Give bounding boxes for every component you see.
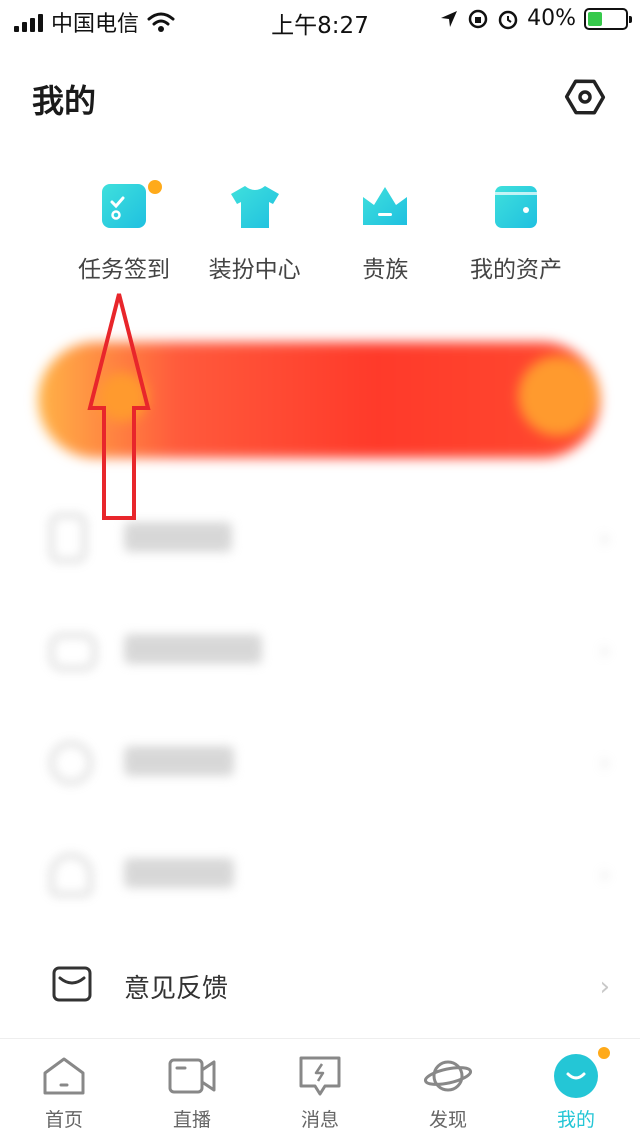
menu-list: › › › › 意见反馈 › (0, 482, 640, 1042)
video-camera-icon (167, 1051, 217, 1101)
tab-label: 我的 (556, 1109, 595, 1131)
location-arrow-icon (441, 10, 458, 27)
tab-home[interactable]: 首页 (0, 1039, 128, 1136)
menu-item-blurred[interactable]: › (0, 818, 640, 930)
profile-face-icon (551, 1051, 601, 1101)
alarm-icon (498, 10, 518, 29)
tab-label: 发现 (428, 1109, 467, 1131)
quick-action-dressup[interactable]: 装扮中心 (191, 180, 319, 300)
task-checkin-icon (98, 180, 150, 232)
message-icon (295, 1051, 345, 1101)
quick-action-assets[interactable]: 我的资产 (452, 180, 580, 300)
annotation-arrow (87, 293, 151, 520)
tab-label: 直播 (172, 1109, 211, 1131)
quick-action-label: 装扮中心 (208, 257, 301, 283)
wallet-icon (490, 180, 542, 232)
tab-discover[interactable]: 发现 (384, 1039, 512, 1136)
home-icon (39, 1051, 89, 1101)
tab-messages[interactable]: 消息 (256, 1039, 384, 1136)
feedback-label: 意见反馈 (124, 974, 229, 1004)
tab-label: 消息 (300, 1109, 339, 1131)
tshirt-icon (229, 180, 281, 232)
menu-item-blurred[interactable]: › (0, 594, 640, 706)
quick-action-nobility[interactable]: 贵族 (321, 180, 449, 300)
battery-icon (584, 7, 632, 30)
quick-actions: 任务签到 装扮中心 贵族 我的资产 (60, 180, 580, 300)
battery-percent: 40% (527, 6, 576, 31)
quick-action-label: 我的资产 (469, 257, 562, 283)
task-badge (148, 180, 162, 194)
rotation-lock-icon (468, 9, 488, 28)
tab-badge (596, 1045, 612, 1061)
bottom-tab-bar: 首页 直播 消息 发现 我的 (0, 1038, 640, 1136)
tab-mine[interactable]: 我的 (512, 1039, 640, 1136)
quick-action-label: 贵族 (362, 257, 409, 283)
status-right: 40% (439, 6, 632, 31)
status-bar: 中国电信 上午8:27 40% (0, 0, 640, 42)
feedback-mail-icon (52, 966, 92, 1002)
tab-label: 首页 (44, 1109, 83, 1131)
menu-item-blurred[interactable]: › (0, 706, 640, 818)
chevron-right-icon: › (599, 972, 610, 1002)
page-title: 我的 (32, 82, 97, 120)
quick-action-task-checkin[interactable]: 任务签到 (60, 180, 188, 300)
menu-item-feedback[interactable]: 意见反馈 › (0, 930, 640, 1042)
crown-icon (359, 180, 411, 232)
settings-hexagon-icon[interactable] (564, 76, 606, 118)
planet-icon (423, 1051, 473, 1101)
tab-live[interactable]: 直播 (128, 1039, 256, 1136)
quick-action-label: 任务签到 (78, 257, 170, 283)
